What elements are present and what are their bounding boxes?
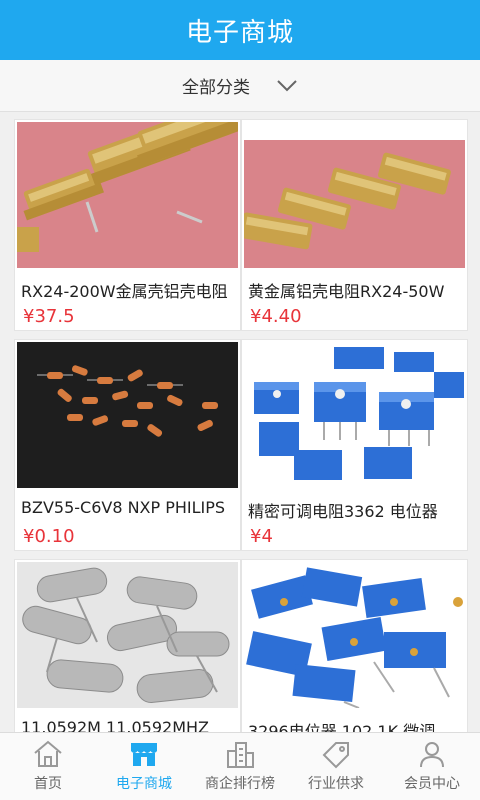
tab-member[interactable]: 会员中心 <box>384 733 480 800</box>
category-filter[interactable]: 全部分类 <box>0 60 480 112</box>
product-card[interactable]: 精密可调电阻3362 电位器 ¥4 <box>241 339 468 551</box>
tab-home[interactable]: 首页 <box>0 733 96 800</box>
tab-home-label: 首页 <box>34 776 62 792</box>
product-name: 黄金属铝壳电阻RX24-50W <box>248 282 445 301</box>
user-icon <box>420 742 444 768</box>
product-image <box>244 342 465 488</box>
product-price: ¥0.10 <box>23 526 75 547</box>
building-icon <box>227 742 254 768</box>
product-name: BZV55-C6V8 NXP PHILIPS <box>21 498 226 517</box>
tag-icon <box>322 742 349 769</box>
product-image <box>17 342 238 488</box>
tab-supply[interactable]: 行业供求 <box>288 733 384 800</box>
product-name: RX24-200W金属壳铝壳电阻 <box>21 282 228 301</box>
tab-ranking-label: 商企排行榜 <box>205 776 275 792</box>
product-image <box>244 562 465 708</box>
product-price: ¥4.40 <box>250 306 302 327</box>
product-image <box>17 122 238 268</box>
store-icon <box>131 743 157 766</box>
product-name: 3296电位器 102 1K 微调 <box>248 722 436 732</box>
chevron-down-icon <box>277 79 297 91</box>
product-name: 精密可调电阻3362 电位器 <box>248 502 438 521</box>
app-header: 电子商城 <box>0 0 480 60</box>
tab-supply-label: 行业供求 <box>308 776 364 792</box>
tab-store-label: 电子商城 <box>116 776 172 792</box>
tab-member-label: 会员中心 <box>404 776 460 792</box>
product-price: ¥37.5 <box>23 306 75 327</box>
product-card[interactable]: 11.0592M 11.0592MHZ <box>14 559 241 732</box>
product-price: ¥4 <box>250 526 273 547</box>
product-name: 11.0592M 11.0592MHZ <box>21 718 210 732</box>
bottom-tab-bar: 首页 电子商城 商企排行榜 行业供求 会员中心 <box>0 732 480 800</box>
tab-ranking[interactable]: 商企排行榜 <box>192 733 288 800</box>
product-image <box>17 562 238 708</box>
product-card[interactable]: RX24-200W金属壳铝壳电阻 ¥37.5 <box>14 119 241 331</box>
category-filter-label: 全部分类 <box>182 78 250 98</box>
product-card[interactable]: BZV55-C6V8 NXP PHILIPS ¥0.10 <box>14 339 241 551</box>
tab-store[interactable]: 电子商城 <box>96 733 192 800</box>
page-title: 电子商城 <box>185 17 294 48</box>
product-card[interactable]: 黄金属铝壳电阻RX24-50W ¥4.40 <box>241 119 468 331</box>
home-icon <box>34 740 62 767</box>
product-card[interactable]: 3296电位器 102 1K 微调 <box>241 559 468 732</box>
product-image <box>244 122 465 268</box>
product-grid: RX24-200W金属壳铝壳电阻 ¥37.5 黄金属铝壳电阻RX24-50W ¥… <box>0 112 480 732</box>
